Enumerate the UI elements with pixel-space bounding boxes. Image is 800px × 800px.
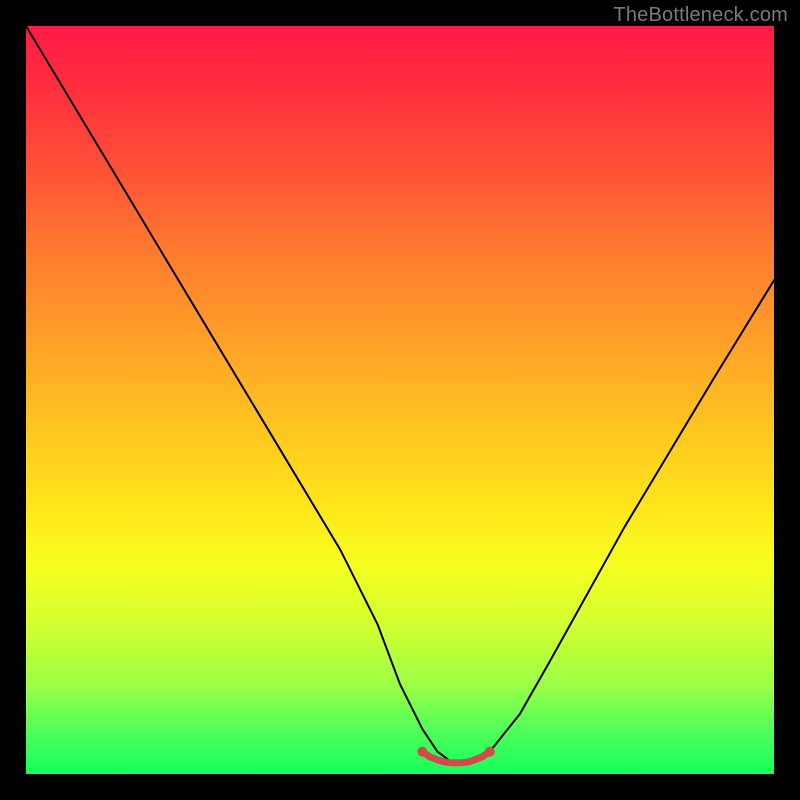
chart-svg (26, 26, 774, 774)
chart-frame: TheBottleneck.com (0, 0, 800, 800)
bottom-marker-end (485, 747, 495, 757)
v-curve-line (26, 26, 774, 763)
bottom-marker-path (422, 752, 489, 763)
plot-area (26, 26, 774, 774)
bottom-marker-series (417, 747, 494, 763)
watermark-text: TheBottleneck.com (613, 4, 788, 27)
bottom-marker-end (417, 747, 427, 757)
